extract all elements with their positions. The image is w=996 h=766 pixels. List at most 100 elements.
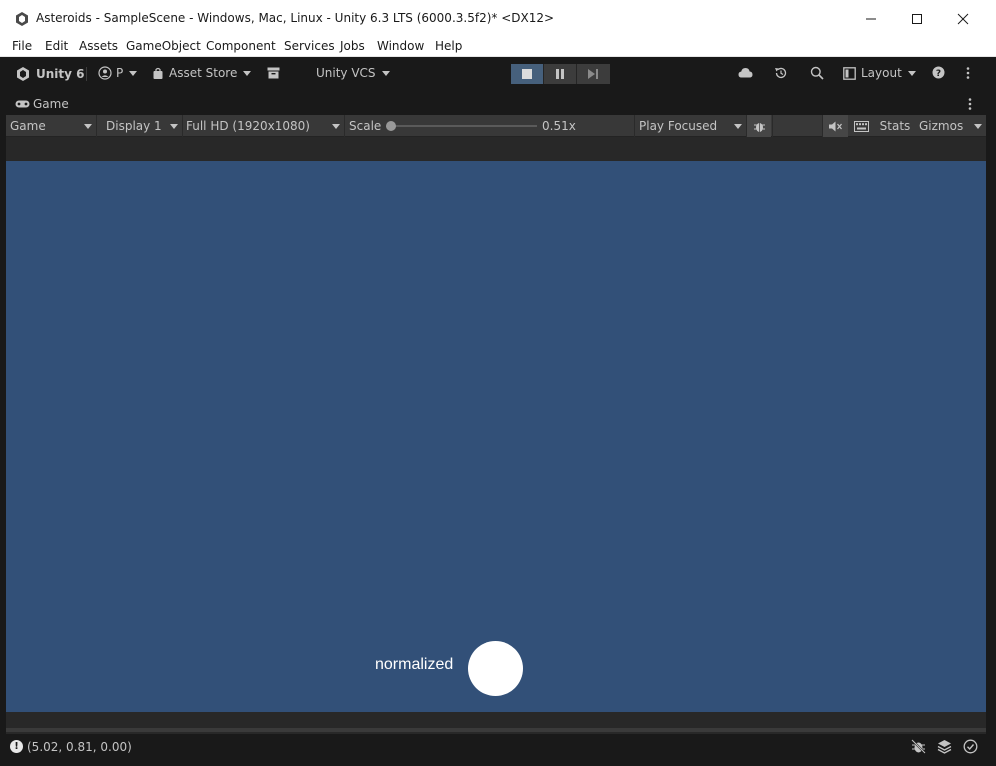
divider bbox=[96, 115, 97, 137]
history-button[interactable] bbox=[774, 66, 788, 80]
search-button[interactable] bbox=[810, 66, 824, 80]
step-forward-icon bbox=[588, 69, 598, 79]
chevron-down-icon bbox=[381, 70, 390, 76]
unity-logo-icon bbox=[16, 12, 28, 26]
play-mode-dropdown[interactable]: Play Focused bbox=[634, 115, 746, 137]
unity-logo-icon bbox=[17, 67, 29, 81]
pause-icon bbox=[556, 69, 564, 79]
chevron-down-icon bbox=[734, 124, 742, 129]
menu-component[interactable]: Component bbox=[206, 39, 276, 53]
resolution-value: Full HD (1920x1080) bbox=[186, 119, 310, 133]
view-type-dropdown[interactable]: Game bbox=[6, 115, 96, 137]
menu-file[interactable]: File bbox=[12, 39, 32, 53]
window-title: Asteroids - SampleScene - Windows, Mac, … bbox=[36, 11, 555, 25]
account-label: P bbox=[116, 66, 124, 80]
minimize-icon bbox=[866, 18, 876, 20]
layers-icon bbox=[937, 740, 952, 754]
shopping-bag-icon bbox=[153, 67, 163, 79]
console-last-message[interactable]: (5.02, 0.81, 0.00) bbox=[27, 740, 132, 754]
play-mode-value: Play Focused bbox=[639, 119, 718, 133]
playmode-controls bbox=[511, 64, 612, 84]
frame-debugger-button[interactable] bbox=[747, 115, 771, 137]
menu-assets[interactable]: Assets bbox=[79, 39, 118, 53]
pause-button[interactable] bbox=[544, 64, 577, 84]
keyboard-icon bbox=[854, 120, 869, 132]
ball-sprite bbox=[468, 641, 523, 696]
divider bbox=[772, 115, 773, 137]
display-dropdown[interactable]: Display 1 bbox=[102, 115, 182, 137]
unity-vcs-dropdown[interactable]: Unity VCS bbox=[316, 66, 390, 80]
help-icon: ? bbox=[932, 66, 945, 79]
close-button[interactable] bbox=[940, 0, 986, 38]
account-icon bbox=[98, 66, 112, 80]
search-icon bbox=[810, 66, 824, 80]
stats-label: Stats bbox=[879, 119, 911, 133]
menu-jobs[interactable]: Jobs bbox=[340, 39, 365, 53]
stop-icon bbox=[522, 69, 532, 79]
game-view-top-strip bbox=[6, 137, 986, 161]
tab-game-label: Game bbox=[33, 97, 69, 111]
asset-store-label: Asset Store bbox=[169, 66, 238, 80]
unity-version-button[interactable]: Unity 6 bbox=[15, 66, 85, 82]
info-icon: ! bbox=[10, 740, 23, 753]
scale-slider-track[interactable] bbox=[390, 125, 537, 127]
game-view-toolbar: Game Display 1 Full HD (1920x1080) Scale… bbox=[6, 115, 986, 137]
view-type-value: Game bbox=[10, 119, 46, 133]
chevron-down-icon bbox=[170, 124, 178, 129]
cloud-icon bbox=[738, 68, 753, 78]
stop-button[interactable] bbox=[511, 64, 544, 84]
menu-edit[interactable]: Edit bbox=[45, 39, 68, 53]
chevron-down-icon bbox=[332, 124, 340, 129]
asset-store-dropdown[interactable]: Asset Store bbox=[152, 66, 252, 80]
toolbar-more-button[interactable] bbox=[966, 66, 970, 80]
chevron-down-icon bbox=[243, 70, 252, 76]
layout-dropdown[interactable]: Layout bbox=[843, 66, 916, 80]
unity-version-label: Unity 6 bbox=[36, 67, 85, 81]
chevron-down-icon bbox=[84, 124, 92, 129]
tab-more-button[interactable] bbox=[968, 97, 972, 111]
resolution-dropdown[interactable]: Full HD (1920x1080) bbox=[182, 115, 344, 137]
maximize-icon bbox=[912, 14, 922, 24]
normalized-label: normalized bbox=[375, 656, 454, 673]
display-value: Display 1 bbox=[106, 119, 162, 133]
gizmos-dropdown[interactable]: Gizmos bbox=[915, 115, 986, 137]
account-dropdown[interactable]: P bbox=[98, 66, 138, 80]
more-vertical-icon bbox=[966, 67, 970, 79]
more-vertical-icon bbox=[968, 98, 972, 110]
divider bbox=[344, 115, 345, 137]
help-button[interactable]: ? bbox=[932, 66, 945, 79]
horizontal-scrollbar[interactable] bbox=[6, 728, 986, 732]
auto-refresh-button[interactable] bbox=[963, 739, 978, 754]
window-title-bar: Asteroids - SampleScene - Windows, Mac, … bbox=[0, 0, 996, 38]
step-button[interactable] bbox=[577, 64, 610, 84]
menu-gameobject[interactable]: GameObject bbox=[126, 39, 201, 53]
check-circle-icon bbox=[963, 739, 978, 754]
chevron-down-icon bbox=[974, 124, 982, 129]
mute-audio-button[interactable] bbox=[823, 115, 848, 137]
layout-icon bbox=[843, 66, 856, 80]
history-icon bbox=[775, 67, 787, 79]
scale-slider-handle[interactable] bbox=[386, 121, 396, 131]
game-tab-bar: Game bbox=[6, 94, 986, 115]
background-tasks-button[interactable] bbox=[937, 739, 952, 754]
game-view-bottom-strip bbox=[6, 712, 986, 734]
tab-game[interactable]: Game bbox=[15, 97, 69, 111]
maximize-button[interactable] bbox=[894, 0, 940, 38]
debug-mode-button[interactable] bbox=[911, 739, 926, 754]
chevron-down-icon bbox=[129, 70, 138, 76]
minimize-button[interactable] bbox=[848, 0, 894, 38]
menu-services[interactable]: Services bbox=[284, 39, 335, 53]
game-view-canvas[interactable]: normalized bbox=[6, 161, 986, 712]
svg-text:?: ? bbox=[936, 69, 941, 79]
scale-value: 0.51x bbox=[542, 119, 576, 133]
menu-help[interactable]: Help bbox=[435, 39, 462, 53]
cloud-button[interactable] bbox=[738, 67, 753, 78]
close-icon bbox=[957, 13, 969, 25]
archive-box-icon bbox=[267, 67, 280, 79]
menu-window[interactable]: Window bbox=[377, 39, 424, 53]
package-manager-button[interactable] bbox=[267, 67, 280, 79]
shortcuts-button[interactable] bbox=[849, 115, 874, 137]
stats-button[interactable]: Stats bbox=[875, 115, 915, 137]
menu-bar: File Edit Assets GameObject Component Se… bbox=[0, 38, 996, 57]
gizmos-label: Gizmos bbox=[919, 119, 964, 133]
